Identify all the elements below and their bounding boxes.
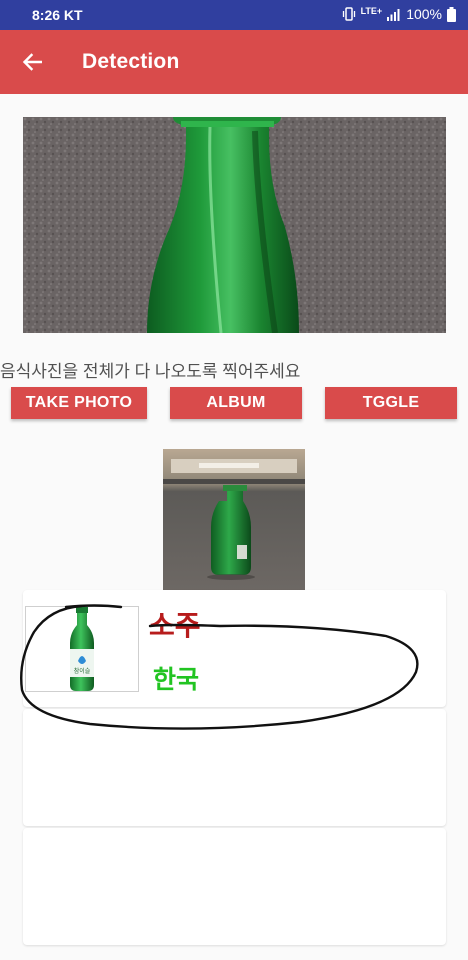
status-time: 8:26 KT [32, 7, 83, 23]
clock: 8:26 [32, 7, 61, 23]
page-title: Detection [82, 50, 180, 73]
battery-icon [447, 6, 456, 22]
instruction-text: 음식사진을 전체가 다 나오도록 찍어주세요 [0, 362, 301, 381]
list-item[interactable]: 참이슬 소주 한국 [23, 590, 446, 707]
captured-photo [23, 117, 446, 333]
status-icons: LTE+ 100% [342, 6, 456, 22]
svg-text:참이슬: 참이슬 [74, 667, 91, 675]
food-name: 소주 [149, 610, 201, 641]
back-button[interactable] [14, 46, 50, 78]
status-bar: 8:26 KT LTE+ 100% [0, 0, 468, 30]
toggle-button[interactable]: TGGLE [325, 387, 457, 419]
album-button[interactable]: ALBUM [170, 387, 302, 419]
network-type: LTE+ [360, 6, 383, 16]
battery-percent: 100% [406, 6, 442, 22]
arrow-back-icon [22, 53, 42, 71]
signal-icon [387, 8, 400, 21]
take-photo-button[interactable]: TAKE PHOTO [11, 387, 147, 419]
list-item[interactable] [23, 709, 446, 826]
vibrate-icon [342, 7, 355, 21]
carrier-name: KT [63, 7, 83, 23]
list-item[interactable] [23, 828, 446, 945]
preview-photo [163, 449, 305, 590]
food-origin: 한국 [153, 666, 200, 694]
app-bar: Detection [0, 30, 468, 94]
food-thumbnail: 참이슬 [25, 606, 139, 692]
result-list[interactable]: 참이슬 소주 한국 [23, 590, 446, 945]
